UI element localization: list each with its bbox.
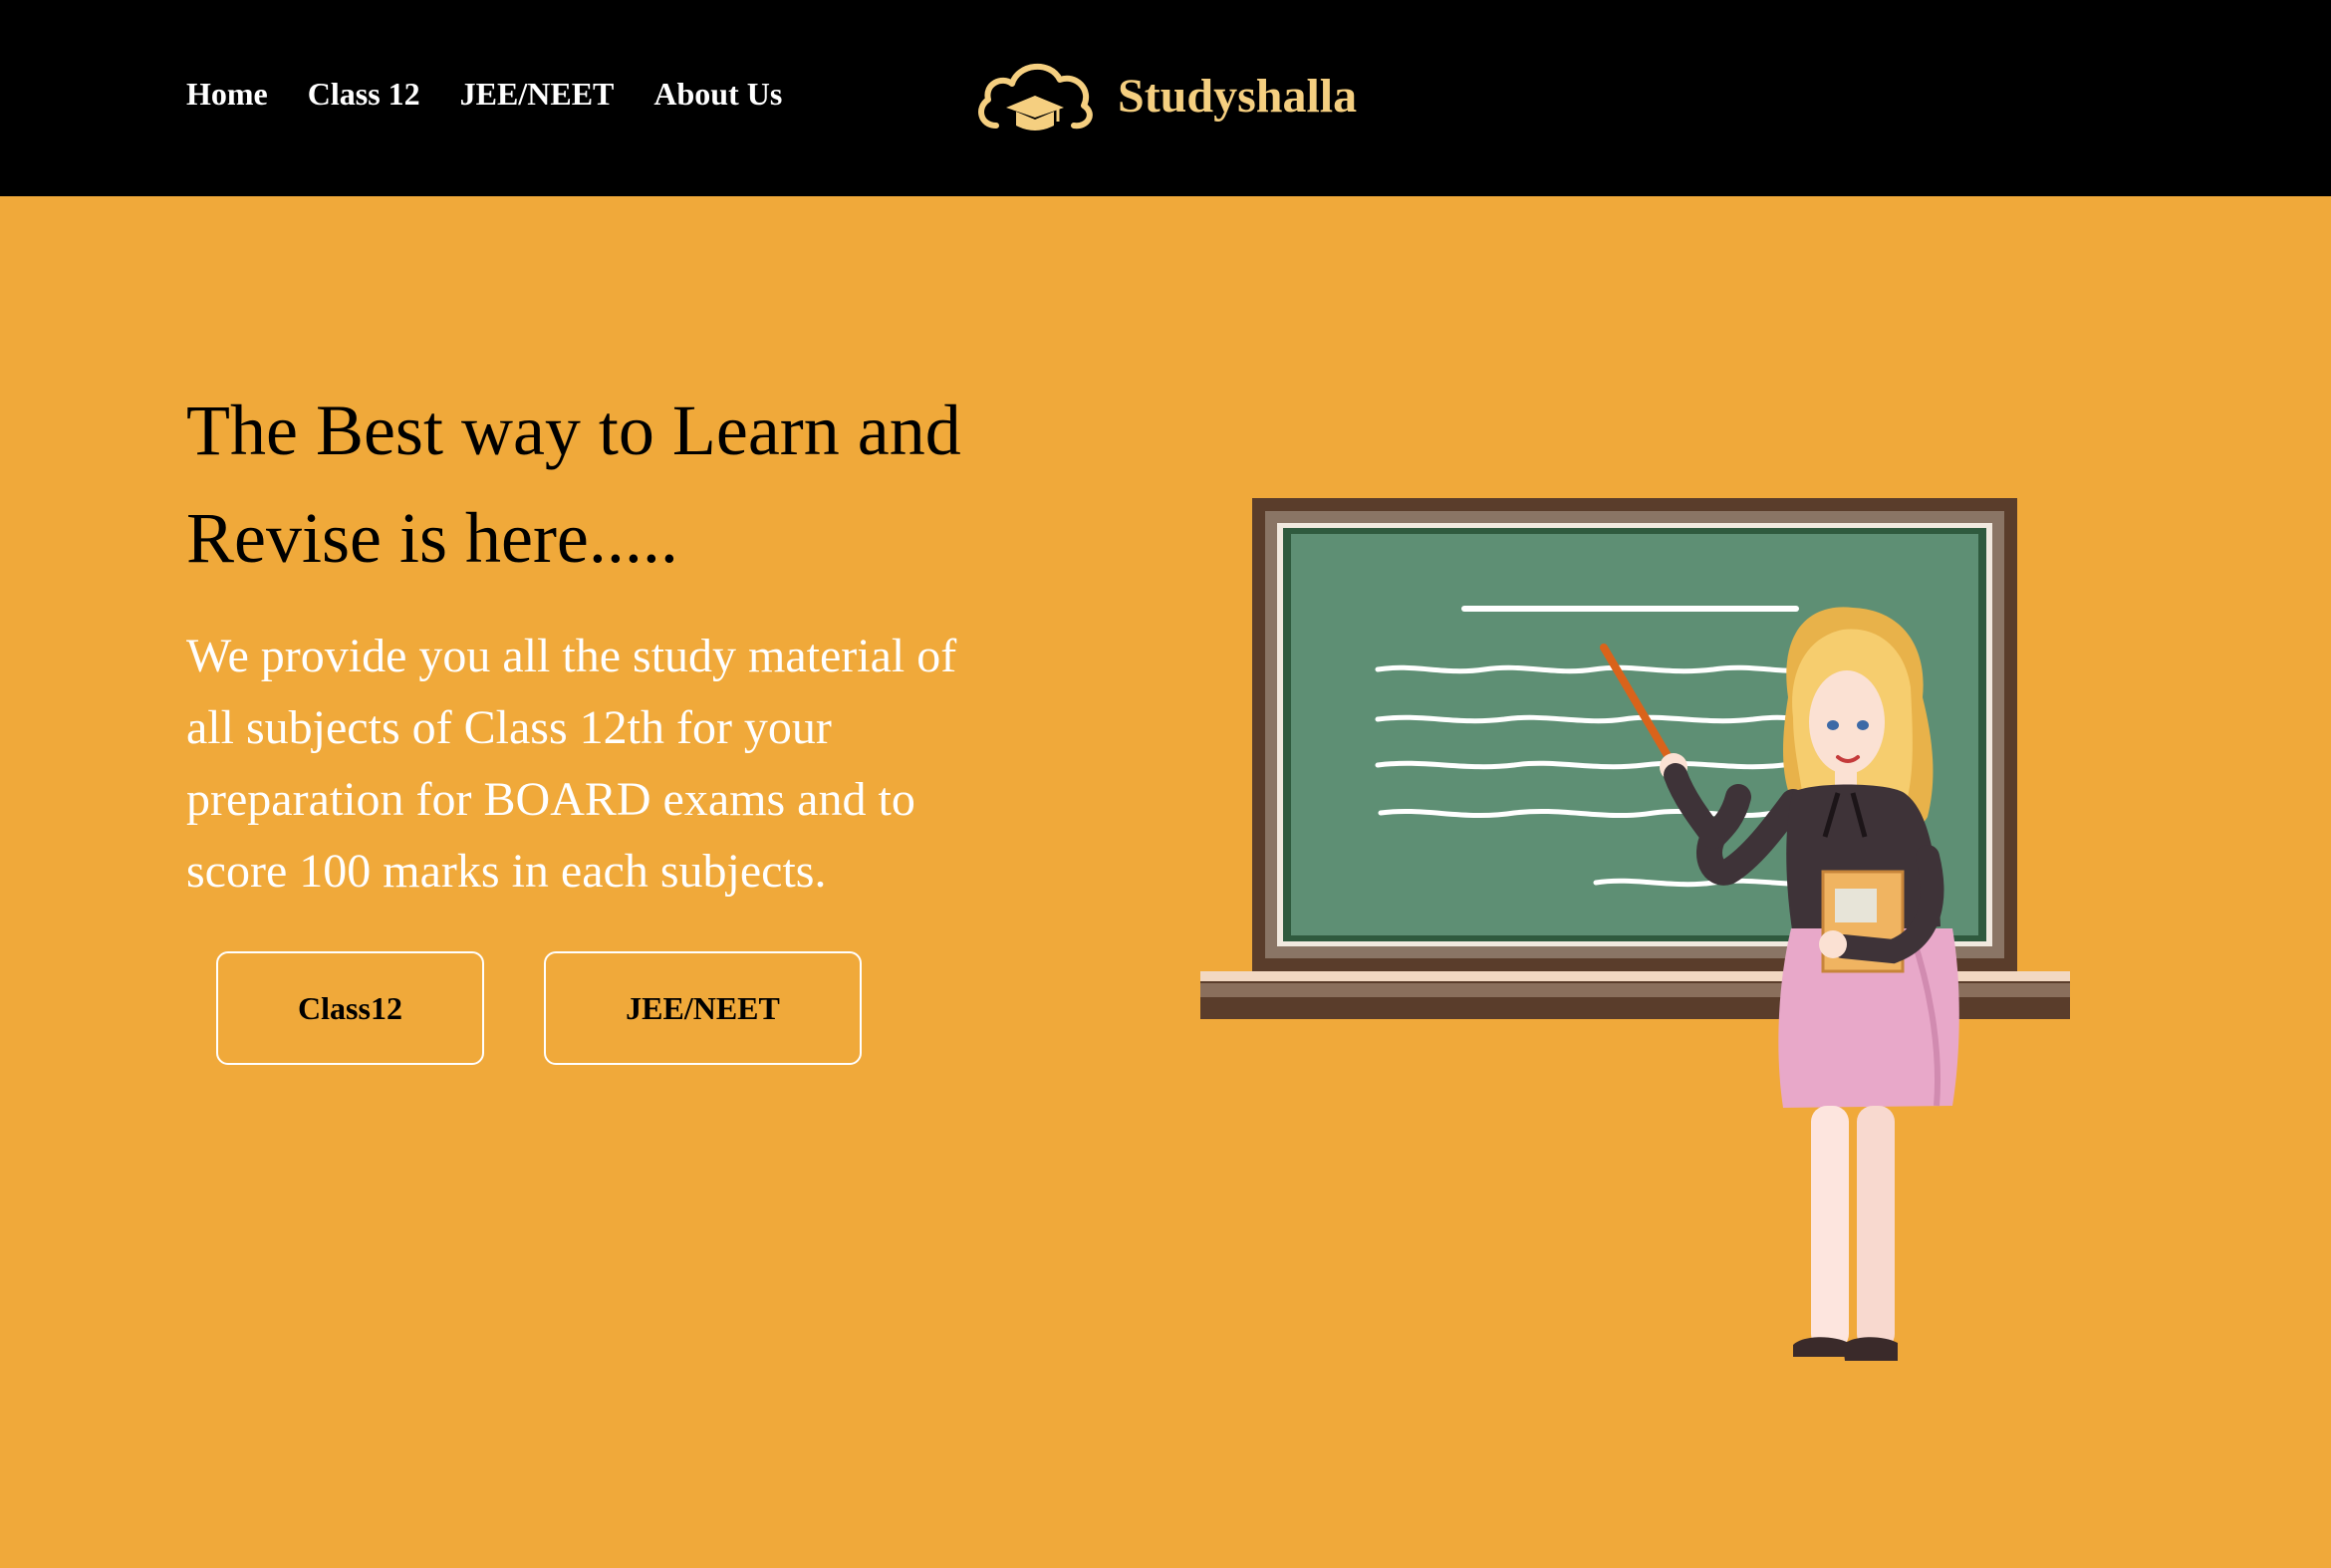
hero-title: The Best way to Learn and Revise is here… <box>186 391 961 578</box>
nav-link-home[interactable]: Home <box>186 76 268 113</box>
nav-link-about-us[interactable]: About Us <box>653 76 782 113</box>
jee-neet-button[interactable]: JEE/NEET <box>544 951 862 1065</box>
brand-name: Studyshalla <box>1118 69 1358 123</box>
nav-link-class-12[interactable]: Class 12 <box>308 76 420 113</box>
nav-link-jee-neet[interactable]: JEE/NEET <box>460 76 615 113</box>
brand[interactable]: Studyshalla <box>974 56 1357 135</box>
hero-description: We provide you all the study material of… <box>186 630 957 898</box>
teacher-illustration <box>1200 498 2070 1361</box>
nav-links: Home Class 12 JEE/NEET About Us <box>186 76 782 113</box>
navbar: Home Class 12 JEE/NEET About Us Studysha… <box>0 0 2331 196</box>
class12-button[interactable]: Class12 <box>216 951 484 1065</box>
cloud-graduation-cap-icon <box>978 63 1093 131</box>
